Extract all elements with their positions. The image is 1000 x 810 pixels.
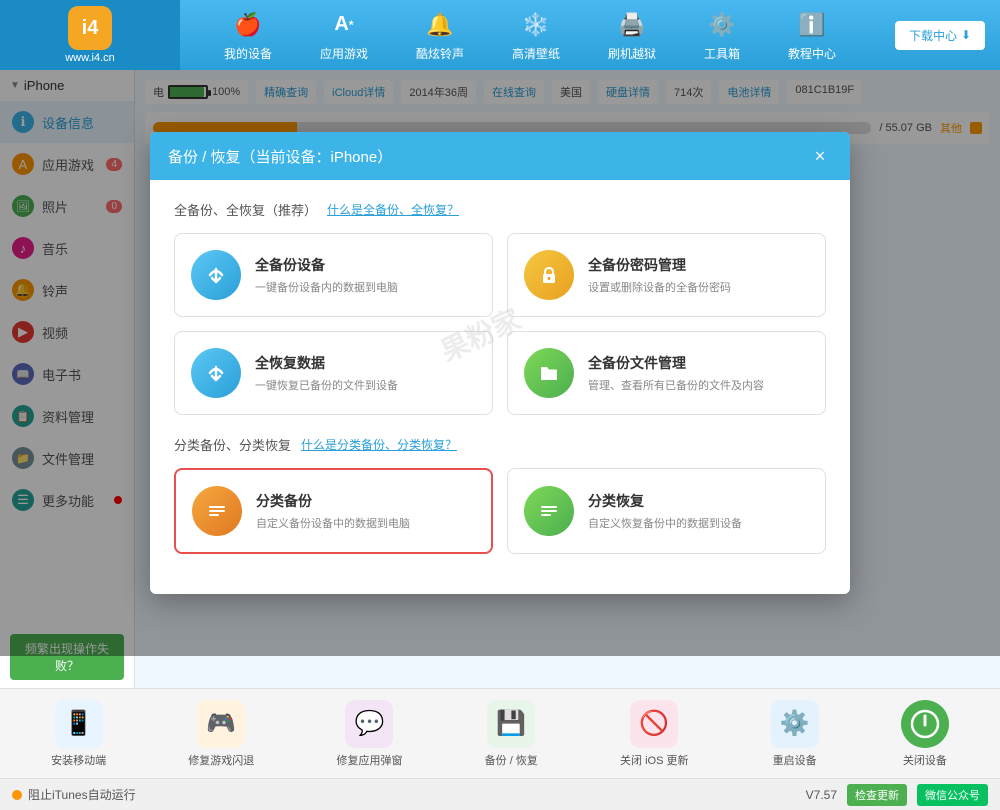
top-bar: i4 www.i4.cn 🍎 我的设备 A* 应用游戏 🔔 酷炫铃声 ❄️ 高清… bbox=[0, 0, 1000, 70]
modal-body: 全备份、全恢复（推荐） 什么是全备份、全恢复？ bbox=[150, 180, 850, 594]
category-backup-text: 分类备份 自定义备份设备中的数据到电脑 bbox=[256, 491, 410, 531]
status-left: 阻止iTunes自动运行 bbox=[12, 786, 136, 803]
nav-jailbreak[interactable]: 🖨️ 刷机越狱 bbox=[608, 9, 656, 62]
section2-header: 分类备份、分类恢复 什么是分类备份、分类恢复？ bbox=[174, 435, 826, 454]
install-mobile-icon: 📱 bbox=[55, 700, 103, 748]
section2-link[interactable]: 什么是分类备份、分类恢复？ bbox=[301, 436, 457, 453]
backup-restore-icon: 💾 bbox=[487, 700, 535, 748]
status-dot bbox=[12, 790, 22, 800]
section1-header: 全备份、全恢复（推荐） 什么是全备份、全恢复？ bbox=[174, 200, 826, 219]
modal-title: 备份 / 恢复（当前设备：iPhone） bbox=[168, 146, 392, 167]
close-ios-tool[interactable]: 🚫 关闭 iOS 更新 bbox=[620, 700, 688, 768]
nav-tutorials-icon: ℹ️ bbox=[796, 9, 828, 41]
category-restore-text: 分类恢复 自定义恢复备份中的数据到设备 bbox=[588, 491, 742, 531]
version-label: V7.57 bbox=[806, 788, 837, 802]
fix-game-tool[interactable]: 🎮 修复游戏闪退 bbox=[188, 700, 254, 768]
nav-my-device-icon: 🍎 bbox=[232, 9, 264, 41]
category-restore-card[interactable]: 分类恢复 自定义恢复备份中的数据到设备 bbox=[507, 468, 826, 554]
full-backup-card[interactable]: 全备份设备 一键备份设备内的数据到电脑 bbox=[174, 233, 493, 317]
full-backup-icon bbox=[191, 250, 241, 300]
modal-close-button[interactable]: × bbox=[808, 144, 832, 168]
nav-apps[interactable]: A* 应用游戏 bbox=[320, 9, 368, 62]
shutdown-icon bbox=[901, 700, 949, 748]
nav-wallpapers-icon: ❄️ bbox=[520, 9, 552, 41]
install-mobile-tool[interactable]: 📱 安装移动端 bbox=[51, 700, 106, 768]
password-mgmt-text: 全备份密码管理 设置或删除设备的全备份密码 bbox=[588, 255, 731, 295]
logo-text: www.i4.cn bbox=[65, 52, 115, 64]
password-mgmt-icon bbox=[524, 250, 574, 300]
wechat-button[interactable]: 微信公众号 bbox=[917, 784, 988, 806]
modal-overlay: 备份 / 恢复（当前设备：iPhone） × 全备份、全恢复（推荐） 什么是全备… bbox=[0, 70, 1000, 656]
full-backup-grid: 全备份设备 一键备份设备内的数据到电脑 bbox=[174, 233, 826, 415]
nav-ringtones-icon: 🔔 bbox=[424, 9, 456, 41]
modal-header: 备份 / 恢复（当前设备：iPhone） × bbox=[150, 132, 850, 180]
reboot-tool[interactable]: ⚙️ 重启设备 bbox=[771, 700, 819, 768]
category-grid: 分类备份 自定义备份设备中的数据到电脑 bbox=[174, 468, 826, 554]
full-restore-text: 全恢复数据 一键恢复已备份的文件到设备 bbox=[255, 353, 398, 393]
close-ios-icon: 🚫 bbox=[630, 700, 678, 748]
status-bar: 阻止iTunes自动运行 V7.57 检查更新 微信公众号 bbox=[0, 778, 1000, 810]
nav-my-device[interactable]: 🍎 我的设备 bbox=[224, 9, 272, 62]
fix-app-icon: 💬 bbox=[345, 700, 393, 748]
shutdown-tool[interactable]: 关闭设备 bbox=[901, 700, 949, 768]
nav-tools[interactable]: ⚙️ 工具箱 bbox=[704, 9, 740, 62]
category-restore-icon bbox=[524, 486, 574, 536]
backup-restore-tool[interactable]: 💾 备份 / 恢复 bbox=[485, 700, 538, 768]
full-restore-icon bbox=[191, 348, 241, 398]
nav-tutorials[interactable]: ℹ️ 教程中心 bbox=[788, 9, 836, 62]
top-right: 下载中心 ⬇ bbox=[880, 21, 1000, 50]
download-center-button[interactable]: 下载中心 ⬇ bbox=[895, 21, 985, 50]
fix-app-tool[interactable]: 💬 修复应用弹窗 bbox=[336, 700, 402, 768]
nav-items: 🍎 我的设备 A* 应用游戏 🔔 酷炫铃声 ❄️ 高清壁纸 🖨️ 刷机越狱 ⚙️… bbox=[180, 9, 880, 62]
app-logo: i4 bbox=[68, 6, 112, 50]
full-restore-card[interactable]: 全恢复数据 一键恢复已备份的文件到设备 bbox=[174, 331, 493, 415]
category-backup-icon bbox=[192, 486, 242, 536]
section1-link[interactable]: 什么是全备份、全恢复？ bbox=[327, 201, 459, 218]
nav-tools-icon: ⚙️ bbox=[706, 9, 738, 41]
file-mgmt-icon bbox=[524, 348, 574, 398]
backup-restore-modal: 备份 / 恢复（当前设备：iPhone） × 全备份、全恢复（推荐） 什么是全备… bbox=[150, 132, 850, 594]
nav-wallpapers[interactable]: ❄️ 高清壁纸 bbox=[512, 9, 560, 62]
logo-area: i4 www.i4.cn bbox=[0, 0, 180, 70]
file-mgmt-text: 全备份文件管理 管理、查看所有已备份的文件及内容 bbox=[588, 353, 764, 393]
status-right: V7.57 检查更新 微信公众号 bbox=[806, 784, 988, 806]
nav-jailbreak-icon: 🖨️ bbox=[616, 9, 648, 41]
itunes-block-button[interactable]: 阻止iTunes自动运行 bbox=[28, 786, 136, 803]
fix-game-icon: 🎮 bbox=[197, 700, 245, 748]
nav-ringtones[interactable]: 🔔 酷炫铃声 bbox=[416, 9, 464, 62]
reboot-icon: ⚙️ bbox=[771, 700, 819, 748]
full-backup-text: 全备份设备 一键备份设备内的数据到电脑 bbox=[255, 255, 398, 295]
bottom-toolbar: 📱 安装移动端 🎮 修复游戏闪退 💬 修复应用弹窗 💾 备份 / 恢复 🚫 关闭… bbox=[0, 688, 1000, 778]
password-mgmt-card[interactable]: 全备份密码管理 设置或删除设备的全备份密码 bbox=[507, 233, 826, 317]
file-mgmt-card[interactable]: 全备份文件管理 管理、查看所有已备份的文件及内容 bbox=[507, 331, 826, 415]
check-update-button[interactable]: 检查更新 bbox=[847, 784, 907, 806]
nav-apps-icon: A* bbox=[328, 9, 360, 41]
category-backup-card[interactable]: 分类备份 自定义备份设备中的数据到电脑 bbox=[174, 468, 493, 554]
